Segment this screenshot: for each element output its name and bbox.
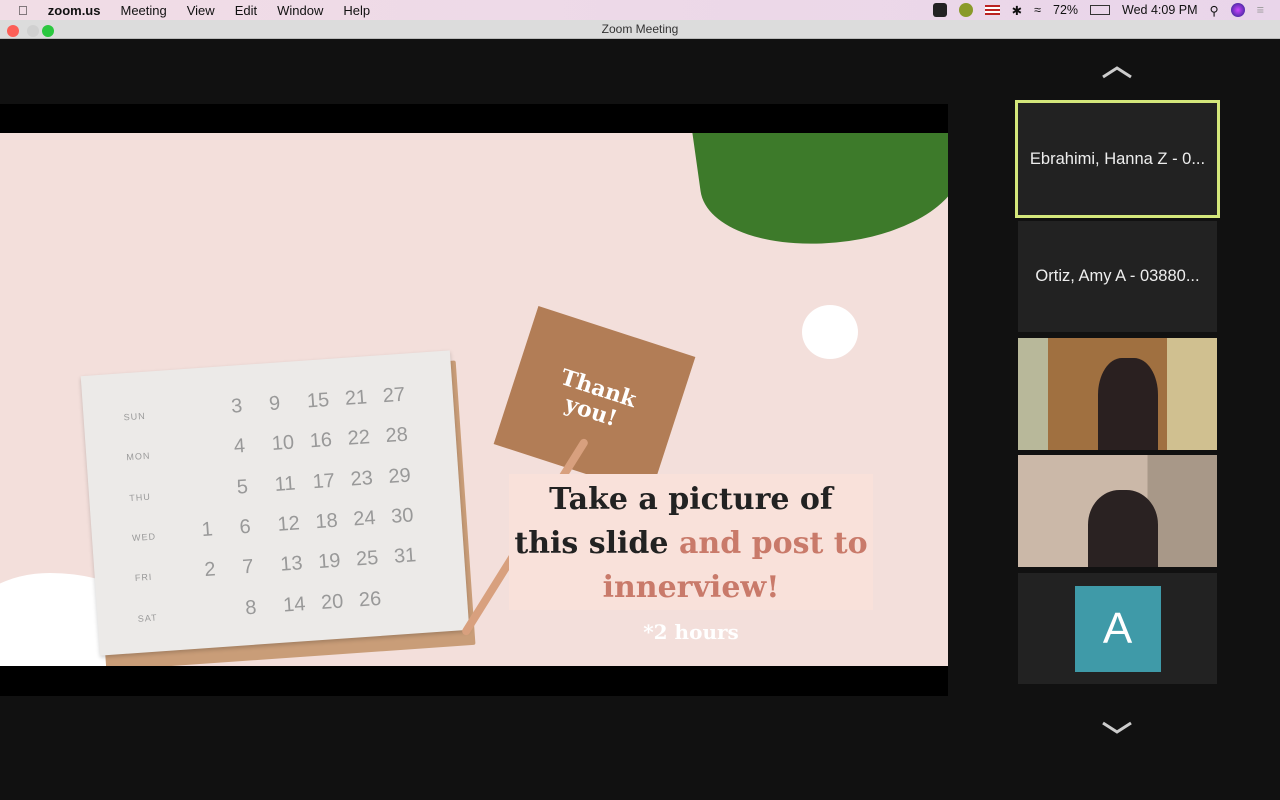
- menu-meeting[interactable]: Meeting: [120, 3, 166, 18]
- calendar-date: 10: [271, 431, 295, 456]
- menu-bar:  zoom.us Meeting View Edit Window Help …: [0, 0, 1280, 20]
- calendar-date: 26: [358, 587, 382, 612]
- calendar-date: 13: [279, 552, 304, 577]
- calendar-date: 20: [320, 590, 345, 614]
- bluetooth-icon[interactable]: ✱: [1012, 3, 1022, 18]
- window-titlebar: Zoom Meeting: [0, 20, 1280, 39]
- calendar-date: 6: [238, 515, 252, 539]
- calendar-day-label: MON: [126, 451, 151, 463]
- calendar-day-label: WED: [131, 531, 157, 544]
- wifi-icon[interactable]: ≈: [1034, 3, 1041, 17]
- calendar-date: 29: [387, 464, 412, 488]
- calendar-day-label: SUN: [123, 410, 146, 423]
- slide-message: Take a picture of this slide and post to…: [509, 474, 873, 610]
- calendar-date: 23: [349, 466, 374, 491]
- calendar-date: 8: [244, 596, 258, 619]
- avatar: A: [1074, 585, 1161, 672]
- calendar: SUN 3 9 15 21 27 MON 4 10 16 22 28 THU 5 11 17 23 29 WED 1 6…: [80, 350, 470, 656]
- calendar-date: [207, 597, 247, 628]
- participant-video[interactable]: [1018, 455, 1217, 567]
- paint-splash: [802, 305, 858, 359]
- calendar-date: 18: [314, 509, 339, 534]
- thank-you-note: Thank you!: [493, 306, 696, 495]
- chevron-up-icon[interactable]: [1100, 62, 1134, 82]
- minimize-button[interactable]: [27, 25, 39, 37]
- calendar-date: 24: [352, 507, 377, 531]
- menu-window[interactable]: Window: [277, 3, 323, 18]
- window-title: Zoom Meeting: [601, 22, 679, 36]
- calendar-date: 19: [317, 549, 342, 574]
- participant-tile[interactable]: Ortiz, Amy A - 03880...: [1018, 221, 1217, 332]
- calendar-date: [396, 584, 436, 615]
- calendar-date: 12: [276, 512, 301, 536]
- calendar-date: 30: [390, 504, 415, 528]
- calendar-date: 25: [355, 547, 380, 571]
- calendar-date: 7: [241, 555, 255, 579]
- calendar-date: 3: [230, 395, 244, 418]
- calendar-day-label: FRI: [134, 572, 153, 584]
- participant-figure: [1098, 358, 1158, 450]
- battery-percent: 72%: [1053, 3, 1079, 17]
- menu-help[interactable]: Help: [343, 3, 370, 18]
- participant-video[interactable]: [1018, 338, 1217, 450]
- chevron-down-icon[interactable]: [1100, 718, 1134, 738]
- participant-figure: [1088, 490, 1158, 567]
- calendar-date: [193, 396, 233, 427]
- calendar-day-label: THU: [128, 491, 152, 503]
- apple-icon[interactable]: : [18, 3, 28, 18]
- calendar-date: 27: [382, 383, 406, 408]
- w-app-icon[interactable]: [958, 3, 973, 17]
- notification-center-icon[interactable]: ≡: [1257, 3, 1264, 17]
- calendar-date: 15: [306, 388, 330, 413]
- siri-icon[interactable]: [1230, 3, 1245, 17]
- calendar-date: 28: [384, 423, 409, 448]
- zoom-button[interactable]: [42, 25, 54, 37]
- calendar-date: 31: [393, 544, 418, 569]
- calendar-date: 22: [346, 426, 371, 451]
- calendar-date: [198, 476, 238, 507]
- search-icon[interactable]: ⚲: [1210, 3, 1219, 18]
- calendar-date: 9: [268, 392, 281, 416]
- menu-app[interactable]: zoom.us: [48, 3, 101, 18]
- clock[interactable]: Wed 4:09 PM: [1122, 3, 1198, 17]
- calendar-date: 11: [273, 472, 297, 496]
- calendar-date: 16: [309, 429, 333, 453]
- participant-tile[interactable]: Ebrahimi, Hanna Z - 0...: [1015, 100, 1220, 218]
- calendar-date: 2: [203, 558, 217, 582]
- calendar-date: 5: [236, 475, 249, 499]
- calendar-day-label: SAT: [137, 612, 158, 624]
- leaf-decoration: [692, 133, 948, 261]
- calendar-date: 1: [200, 518, 214, 542]
- battery-icon[interactable]: [1090, 5, 1111, 15]
- menu-edit[interactable]: Edit: [235, 3, 257, 18]
- close-button[interactable]: [7, 25, 19, 37]
- shared-slide: SUN 3 9 15 21 27 MON 4 10 16 22 28 THU 5 11 17 23 29 WED 1 6…: [0, 133, 948, 666]
- calendar-date: 4: [233, 435, 246, 459]
- calendar-date: 17: [311, 469, 336, 493]
- participant-tile[interactable]: A: [1018, 573, 1217, 684]
- flag-icon[interactable]: [984, 5, 1000, 15]
- menu-view[interactable]: View: [187, 3, 215, 18]
- slide-footnote: *2 hours: [643, 620, 739, 644]
- calendar-date: 14: [282, 592, 307, 617]
- calendar-date: [195, 436, 235, 467]
- calendar-date: 21: [344, 386, 368, 410]
- zoom-status-icon[interactable]: [932, 3, 947, 17]
